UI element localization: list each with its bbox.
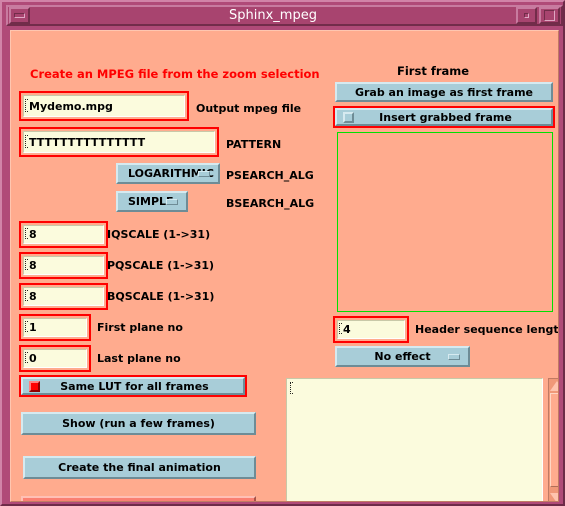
window-title: Sphinx_mpeg bbox=[229, 8, 317, 23]
iqscale-input[interactable]: 8 bbox=[23, 225, 104, 244]
bsearch-alg-option-menu[interactable]: SIMPLE bbox=[116, 191, 188, 212]
first-plane-no-label: First plane no bbox=[97, 321, 183, 334]
bsearch-alg-label: BSEARCH_ALG bbox=[226, 197, 315, 210]
scroll-down-arrow-icon[interactable] bbox=[550, 493, 558, 501]
maximize-icon[interactable] bbox=[539, 7, 560, 24]
chevron-down-icon bbox=[198, 170, 210, 177]
text-caret bbox=[25, 99, 28, 112]
pattern-input[interactable]: TTTTTTTTTTTTTTT bbox=[23, 131, 215, 153]
text-caret bbox=[25, 228, 28, 239]
chevron-down-icon bbox=[448, 353, 460, 360]
checkbox-indicator-icon[interactable] bbox=[343, 111, 354, 123]
output-mpeg-file-name-input[interactable]: Mydemo.mpg bbox=[23, 95, 185, 117]
header-sequence-length-input[interactable]: 4 bbox=[337, 320, 405, 339]
first-frame-section-title: First frame bbox=[397, 64, 470, 78]
pattern-label: PATTERN bbox=[226, 138, 282, 151]
effect-option-value: No effect bbox=[374, 350, 431, 363]
pqscale-label: PQSCALE (1->31) bbox=[107, 259, 215, 272]
effect-option-menu[interactable]: No effect bbox=[335, 346, 470, 367]
last-plane-no-label: Last plane no bbox=[97, 352, 181, 365]
page-title: Create an MPEG file from the zoom select… bbox=[30, 67, 320, 81]
text-caret bbox=[339, 323, 342, 334]
maximize-glyph bbox=[544, 10, 555, 21]
text-caret bbox=[25, 352, 28, 363]
title-bar: Sphinx_mpeg bbox=[6, 5, 563, 26]
minimize-glyph bbox=[524, 13, 529, 18]
text-caret bbox=[25, 321, 28, 332]
show-run-a-few-frames-button[interactable]: Show (run a few frames) bbox=[21, 412, 256, 435]
chevron-down-icon bbox=[166, 198, 178, 205]
same-lut-toggle-label: Same LUT for all frames bbox=[60, 379, 209, 393]
message-text-area[interactable] bbox=[286, 378, 543, 501]
text-caret bbox=[25, 290, 28, 301]
last-plane-no-input[interactable]: 0 bbox=[23, 349, 87, 368]
first-plane-no-input[interactable]: 1 bbox=[23, 318, 87, 337]
scroll-up-arrow-icon[interactable] bbox=[550, 381, 558, 391]
checkbox-indicator-icon[interactable] bbox=[29, 380, 40, 392]
psearch-alg-option-menu[interactable]: LOGARITHMIC bbox=[116, 163, 220, 184]
grab-image-as-first-frame-button[interactable]: Grab an image as first frame bbox=[335, 82, 553, 102]
insert-grabbed-frame-label: Insert grabbed frame bbox=[379, 110, 512, 124]
output-mpeg-file-name-label: Output mpeg file nam bbox=[196, 102, 301, 115]
bqscale-input[interactable]: 8 bbox=[23, 287, 104, 306]
minimize-icon[interactable] bbox=[516, 7, 537, 24]
first-frame-preview[interactable] bbox=[337, 132, 553, 312]
bqscale-label: BQSCALE (1->31) bbox=[107, 290, 215, 303]
cancel-button[interactable]: Cancel bbox=[21, 496, 256, 501]
create-the-final-animation-button[interactable]: Create the final animation bbox=[23, 456, 256, 479]
dialog-client-area: Create an MPEG file from the zoom select… bbox=[10, 30, 559, 502]
window-menu-glyph bbox=[14, 13, 25, 18]
message-vertical-scrollbar[interactable] bbox=[548, 378, 558, 501]
iqscale-label: IQSCALE (1->31) bbox=[107, 228, 211, 241]
application-window: Sphinx_mpeg Create an MPEG file from the… bbox=[0, 0, 565, 506]
vertical-scroll-thumb[interactable] bbox=[550, 393, 558, 487]
same-lut-toggle[interactable]: Same LUT for all frames bbox=[21, 377, 245, 395]
window-menu-icon[interactable] bbox=[9, 7, 30, 24]
header-sequence-length-label: Header sequence length bbox=[415, 323, 559, 336]
text-caret bbox=[25, 135, 28, 148]
text-caret bbox=[25, 259, 28, 270]
text-caret bbox=[290, 382, 293, 394]
psearch-alg-label: PSEARCH_ALG bbox=[226, 169, 314, 182]
pqscale-input[interactable]: 8 bbox=[23, 256, 104, 275]
insert-grabbed-frame-toggle[interactable]: Insert grabbed frame bbox=[335, 108, 553, 126]
